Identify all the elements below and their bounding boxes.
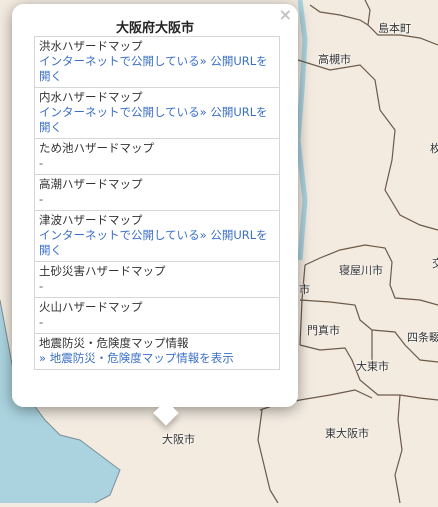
label-edge-right-2: 交	[432, 257, 438, 270]
label-shijonawate: 四条畷	[407, 331, 438, 344]
hazard-title: 津波ハザードマップ	[39, 213, 143, 227]
hazard-title: 洪水ハザードマップ	[39, 39, 143, 53]
label-edge-right-1: 枚	[430, 142, 438, 155]
popup-body: × 大阪府大阪市 洪水ハザードマップ インターネットで公開している» 公開URL…	[12, 4, 298, 407]
hazard-row-earthquake: 地震防災・危険度マップ情報 » 地震防災・危険度マップ情報を表示	[35, 333, 279, 369]
popup-title: 大阪府大阪市	[115, 21, 194, 36]
label-osaka: 大阪市	[162, 433, 195, 446]
hazard-title: 地震防災・危険度マップ情報	[39, 336, 189, 350]
hazard-title: 高潮ハザードマップ	[39, 177, 143, 191]
label-moriguchi-partial: 市	[299, 283, 310, 296]
hazard-row-landslide: 土砂災害ハザードマップ -	[35, 261, 279, 297]
hazard-link[interactable]: インターネットで公開している» 公開URLを開く	[39, 105, 275, 135]
hazard-row-tsunami: 津波ハザードマップ インターネットで公開している» 公開URLを開く	[35, 210, 279, 261]
hazard-link[interactable]: インターネットで公開している» 公開URLを開く	[39, 54, 275, 84]
label-shimamotocho: 島本町	[378, 22, 411, 35]
hazard-value: -	[39, 192, 44, 206]
hazard-title: 土砂災害ハザードマップ	[39, 264, 166, 278]
hazard-link[interactable]: » 地震防災・危険度マップ情報を表示	[39, 351, 275, 366]
hazard-title: ため池ハザードマップ	[39, 141, 154, 155]
hazard-row-storm-surge: 高潮ハザードマップ -	[35, 174, 279, 210]
hazard-list: 洪水ハザードマップ インターネットで公開している» 公開URLを開く 内水ハザー…	[34, 36, 280, 370]
hazard-row-volcano: 火山ハザードマップ -	[35, 297, 279, 333]
label-kadoma: 門真市	[307, 324, 340, 337]
hazard-row-reservoir: ため池ハザードマップ -	[35, 138, 279, 174]
hazard-title: 内水ハザードマップ	[39, 90, 143, 104]
label-daito: 大東市	[356, 360, 389, 373]
label-neyagawa: 寝屋川市	[339, 264, 383, 277]
hazard-row-inland-flood: 内水ハザードマップ インターネットで公開している» 公開URLを開く	[35, 87, 279, 138]
hazard-value: -	[39, 315, 44, 329]
hazard-link[interactable]: インターネットで公開している» 公開URLを開く	[39, 228, 275, 258]
label-takatsuki: 高槻市	[318, 53, 351, 66]
hazard-row-flood: 洪水ハザードマップ インターネットで公開している» 公開URLを開く	[35, 37, 279, 87]
hazard-title: 火山ハザードマップ	[39, 300, 143, 314]
hazard-value: -	[39, 156, 44, 170]
hazard-popup: × 大阪府大阪市 洪水ハザードマップ インターネットで公開している» 公開URL…	[12, 4, 298, 426]
hazard-value: -	[39, 279, 44, 293]
label-higashiosaka: 東大阪市	[325, 427, 369, 440]
